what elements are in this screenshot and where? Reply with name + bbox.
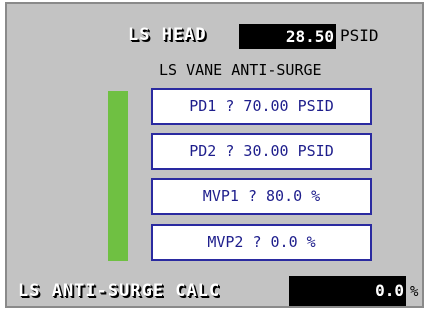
anti-surge-calc-value: 0.0 <box>289 276 406 306</box>
mvp1-setpoint-button[interactable]: MVP1 ? 80.0 % <box>151 178 372 215</box>
mvp2-setpoint-button[interactable]: MVP2 ? 0.0 % <box>151 224 372 261</box>
hmi-panel: LS HEAD 28.50 PSID LS VANE ANTI-SURGE PD… <box>5 2 424 308</box>
section-title: LS VANE ANTI-SURGE <box>159 61 322 79</box>
ls-head-value: 28.50 <box>239 24 336 49</box>
anti-surge-calc-label: LS ANTI-SURGE CALC <box>18 281 221 301</box>
ls-head-label: LS HEAD <box>128 25 207 45</box>
anti-surge-indicator-bar <box>108 91 128 261</box>
pd1-setpoint-button[interactable]: PD1 ? 70.00 PSID <box>151 88 372 125</box>
anti-surge-calc-unit: % <box>410 284 419 300</box>
pd2-setpoint-button[interactable]: PD2 ? 30.00 PSID <box>151 133 372 170</box>
ls-head-unit: PSID <box>340 26 379 45</box>
